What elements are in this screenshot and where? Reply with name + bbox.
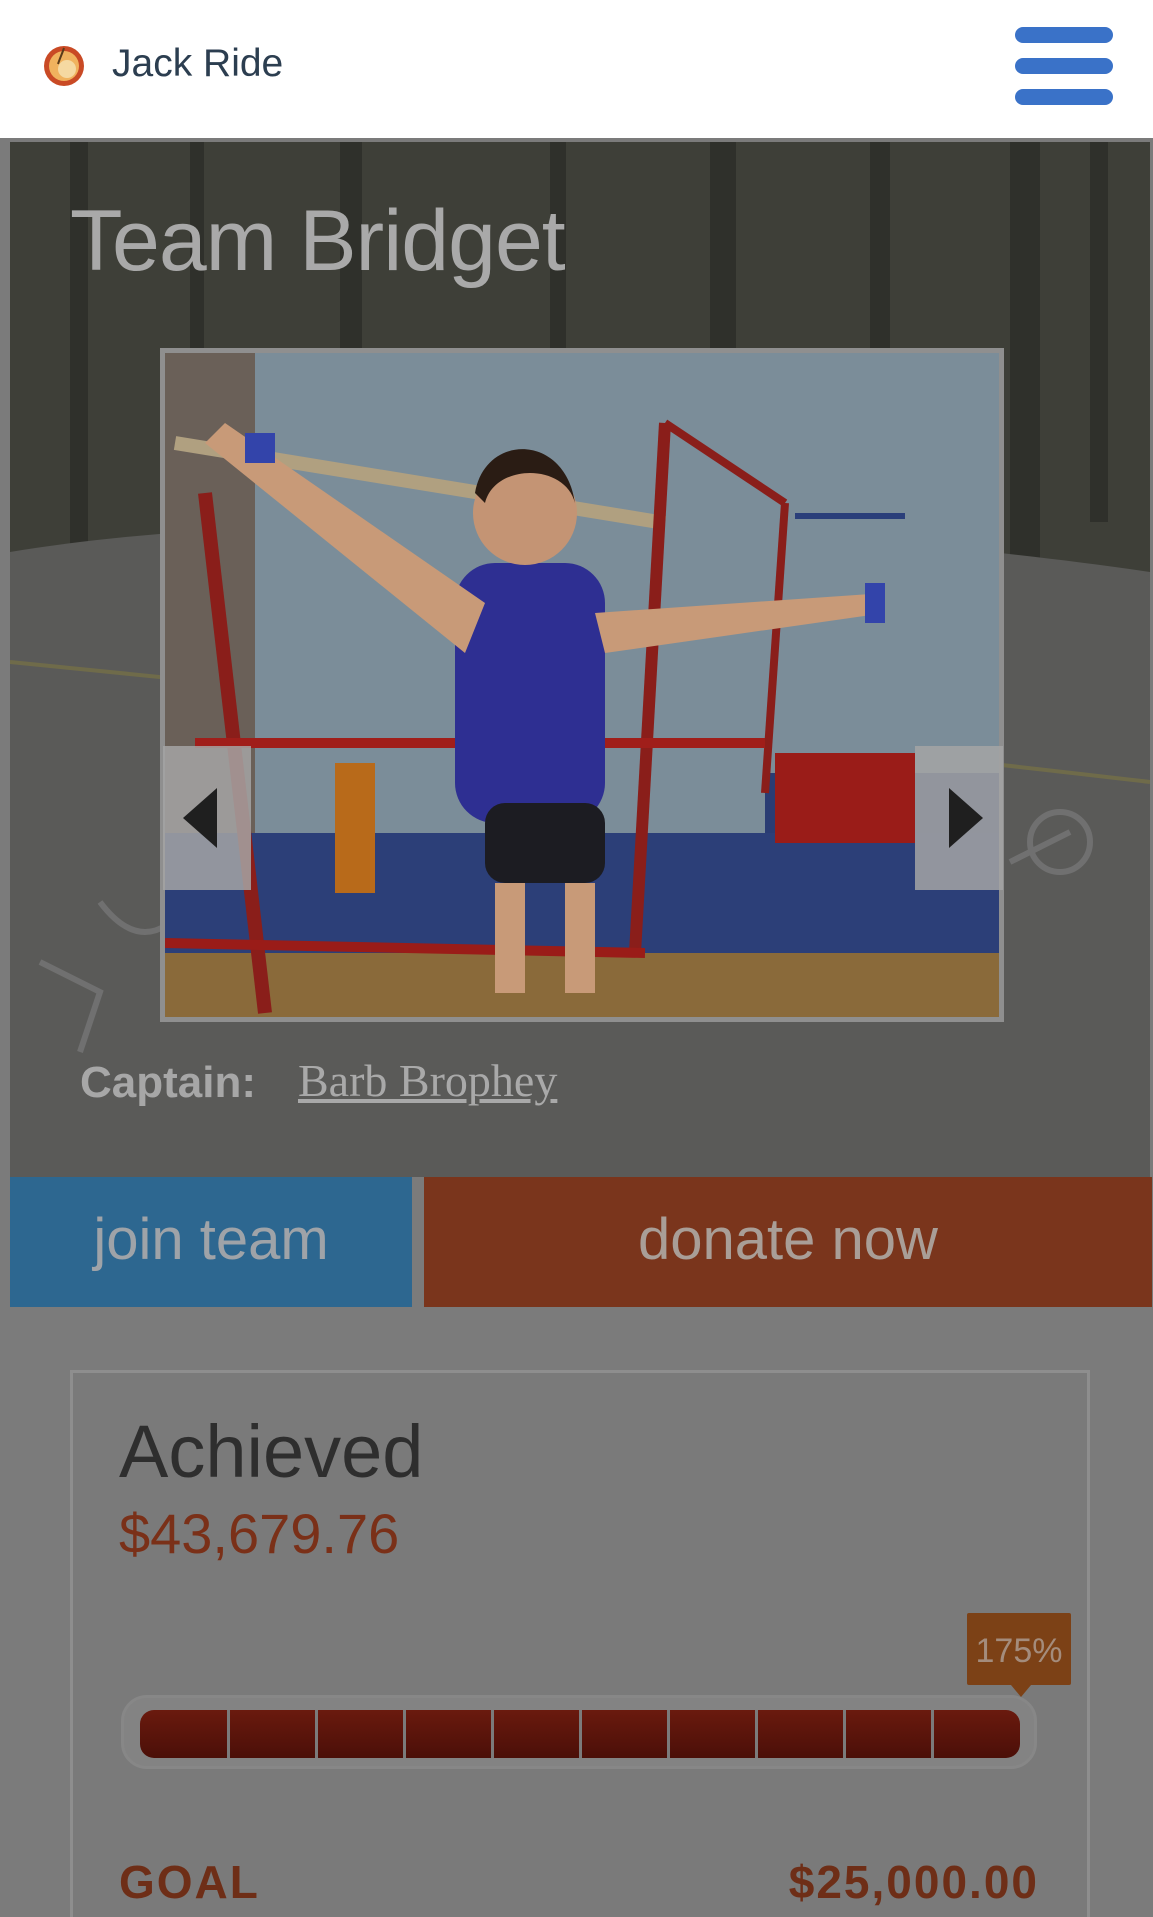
fundraising-progress-card: Achieved $43,679.76 175% GOAL $25,000.00 bbox=[70, 1370, 1090, 1917]
menu-bar-bottom bbox=[1015, 89, 1113, 105]
team-title: Team Bridget bbox=[70, 193, 566, 289]
chevron-right-icon bbox=[949, 788, 983, 848]
page-overlay-content: Team Bridget Captain: Barb Brophey join … bbox=[0, 138, 1153, 1917]
percent-badge: 175% bbox=[967, 1613, 1071, 1697]
progress-segment-divider bbox=[931, 1710, 934, 1758]
captain-label: Captain: bbox=[80, 1058, 256, 1107]
progress-segment-divider bbox=[491, 1710, 494, 1758]
progress-segment-divider bbox=[667, 1710, 670, 1758]
site-title[interactable]: Jack Ride bbox=[112, 38, 283, 90]
peach-icon[interactable] bbox=[40, 40, 88, 88]
donate-now-button[interactable]: donate now bbox=[424, 1177, 1152, 1307]
progress-segment-divider bbox=[755, 1710, 758, 1758]
chevron-left-icon bbox=[183, 788, 217, 848]
team-photo-carousel bbox=[160, 348, 1004, 1022]
percent-value: 175% bbox=[975, 1632, 1063, 1670]
achieved-label: Achieved bbox=[119, 1410, 424, 1493]
progress-segment-divider bbox=[403, 1710, 406, 1758]
captain-name-link[interactable]: Barb Brophey bbox=[298, 1054, 557, 1107]
progress-segment-divider bbox=[843, 1710, 846, 1758]
goal-label: GOAL bbox=[119, 1856, 260, 1908]
top-navigation-bar: Jack Ride bbox=[0, 0, 1153, 138]
menu-bar-middle bbox=[1015, 58, 1113, 74]
carousel-next-button[interactable] bbox=[915, 746, 1003, 890]
hamburger-menu-icon[interactable] bbox=[1012, 24, 1116, 110]
achieved-amount: $43,679.76 bbox=[119, 1502, 400, 1565]
goal-amount: $25,000.00 bbox=[788, 1856, 1039, 1908]
team-hero: Team Bridget Captain: Barb Brophey bbox=[10, 142, 1150, 1177]
menu-bar-top bbox=[1015, 27, 1113, 43]
progress-bar-fill bbox=[140, 1710, 1020, 1758]
progress-segment-divider bbox=[579, 1710, 582, 1758]
carousel-prev-button[interactable] bbox=[163, 746, 251, 890]
progress-bar bbox=[121, 1695, 1037, 1769]
join-team-button[interactable]: join team bbox=[10, 1177, 412, 1307]
progress-segment-divider bbox=[227, 1710, 230, 1758]
team-photo bbox=[165, 353, 999, 1017]
progress-segment-divider bbox=[315, 1710, 318, 1758]
